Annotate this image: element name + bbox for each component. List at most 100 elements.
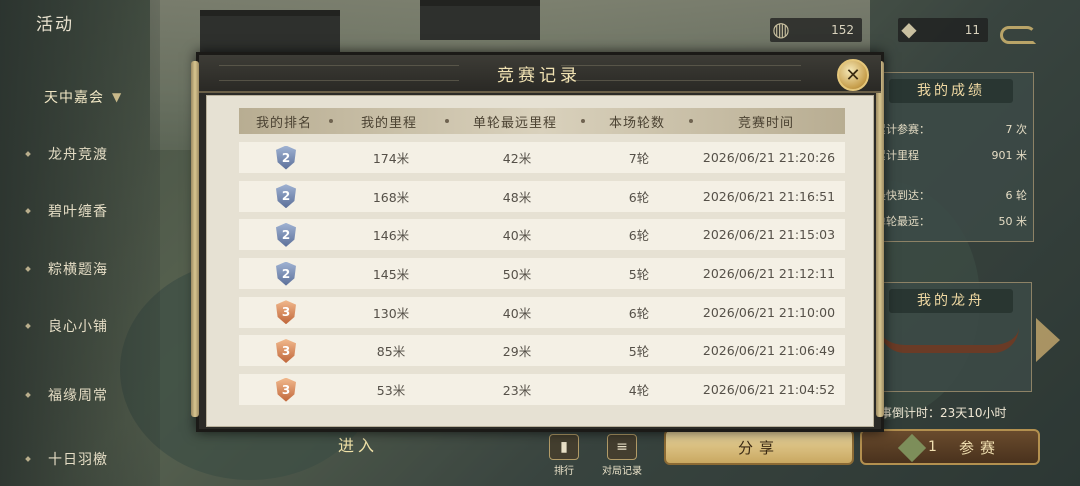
time-cell: 2026/06/21 21:16:51 bbox=[702, 188, 836, 204]
rank-badge-icon: 3 bbox=[276, 338, 296, 363]
dialog-title: 竞赛记录 bbox=[497, 66, 581, 86]
rank-cell: 3 bbox=[239, 338, 333, 363]
result-row: 累计参赛： 7 次 bbox=[875, 121, 1027, 137]
sidebar-item-label: 十日羽檄 bbox=[48, 452, 108, 468]
chevron-down-icon: ▼ bbox=[112, 90, 122, 104]
rounds-cell: 5轮 bbox=[628, 267, 650, 283]
distance-cell: 145米 bbox=[372, 267, 410, 283]
result-value: 901 米 bbox=[991, 149, 1028, 162]
distance-cell: 168米 bbox=[372, 189, 410, 205]
rank-cell: 2 bbox=[239, 261, 333, 286]
zongzi-icon bbox=[897, 433, 927, 463]
sidebar-item-longzhou[interactable]: 龙舟竞渡 bbox=[0, 139, 160, 169]
result-value: 7 次 bbox=[1005, 123, 1028, 136]
sidebar-item-fuyuan[interactable]: 福缘周常 bbox=[0, 380, 160, 410]
boat-icon: ◍ bbox=[772, 17, 790, 41]
rounds-cell: 6轮 bbox=[628, 228, 650, 244]
table-row: 3 53米 23米 4轮 2026/06/21 21:04:52 bbox=[239, 374, 845, 406]
sidebar-title: 活动 bbox=[36, 15, 74, 35]
rank-badge-icon: 2 bbox=[276, 261, 296, 286]
rounds-cell: 4轮 bbox=[628, 383, 650, 399]
sidebar-item-label: 福缘周常 bbox=[48, 388, 108, 404]
rank-cell: 3 bbox=[239, 377, 333, 402]
time-cell: 2026/06/21 21:04:52 bbox=[702, 382, 836, 398]
sidebar-item-biye[interactable]: 碧叶缠香 bbox=[0, 196, 160, 226]
ranking-icon: ▮ bbox=[549, 434, 579, 460]
rounds-cell: 6轮 bbox=[628, 305, 650, 321]
table-row: 2 146米 40米 6轮 2026/06/21 21:15:03 bbox=[239, 219, 845, 251]
sidebar-item-liangxin[interactable]: 良心小铺 bbox=[0, 311, 160, 341]
result-row: 最快到达： 6 轮 bbox=[875, 187, 1027, 203]
bullet-icon bbox=[25, 266, 31, 272]
column-header-distance: 我的里程 bbox=[360, 115, 417, 131]
rounds-cell: 5轮 bbox=[628, 344, 650, 360]
time-cell: 2026/06/21 21:15:03 bbox=[702, 227, 836, 243]
close-button[interactable]: ✕ bbox=[837, 59, 869, 91]
best-cell: 23米 bbox=[502, 383, 532, 399]
distance-cell: 130米 bbox=[372, 305, 410, 321]
resource-value: 152 bbox=[831, 23, 854, 37]
my-results-panel: 我的成绩 累计参赛： 7 次 累计里程 901 米 最快到达： 6 轮 单轮最远… bbox=[866, 72, 1034, 242]
best-cell: 50米 bbox=[502, 267, 532, 283]
share-label: 分享 bbox=[737, 438, 780, 457]
countdown-text: 赛事倒计时：23天10小时 bbox=[868, 406, 1007, 420]
table-row: 2 168米 48米 6轮 2026/06/21 21:16:51 bbox=[239, 180, 845, 212]
bullet-icon bbox=[25, 151, 31, 157]
table-row: 2 174米 42米 7轮 2026/06/21 21:20:26 bbox=[239, 142, 845, 173]
dialog-header: 竞赛记录 ✕ bbox=[199, 55, 881, 93]
column-header-rank: 我的排名 bbox=[255, 115, 312, 131]
ranking-label: 排行 bbox=[554, 466, 574, 477]
best-cell: 29米 bbox=[502, 344, 532, 360]
zongzi-icon: ◆ bbox=[901, 17, 917, 41]
bullet-icon bbox=[25, 323, 31, 329]
distance-cell: 174米 bbox=[372, 151, 410, 166]
sidebar-item-label: 良心小铺 bbox=[48, 319, 108, 335]
rank-cell: 3 bbox=[239, 300, 333, 325]
sidebar-item-zongheng[interactable]: 粽横题海 bbox=[0, 254, 160, 284]
time-cell: 2026/06/21 21:12:11 bbox=[702, 266, 836, 282]
sidebar-item-label: 粽横题海 bbox=[48, 262, 108, 278]
distance-cell: 146米 bbox=[372, 228, 410, 244]
column-header-time: 竞赛时间 bbox=[737, 115, 794, 131]
header-ornament bbox=[219, 65, 459, 81]
table-header: 我的排名 我的里程 单轮最远里程 本场轮数 竞赛时间 bbox=[239, 108, 845, 134]
distance-cell: 53米 bbox=[376, 383, 406, 399]
return-icon[interactable] bbox=[1000, 26, 1036, 44]
resource-boat-counter: ◍ 152 bbox=[770, 17, 862, 42]
enter-button[interactable]: 进入 bbox=[338, 432, 378, 456]
rounds-cell: 6轮 bbox=[628, 189, 650, 205]
close-icon: ✕ bbox=[845, 64, 861, 86]
table-row: 3 85米 29米 5轮 2026/06/21 21:06:49 bbox=[239, 335, 845, 367]
result-value: 50 米 bbox=[998, 215, 1028, 228]
rank-cell: 2 bbox=[239, 184, 333, 209]
table-row: 2 145米 50米 5轮 2026/06/21 21:12:11 bbox=[239, 258, 845, 290]
ranking-button[interactable]: ▮ 排行 bbox=[544, 434, 584, 477]
rank-badge-icon: 2 bbox=[276, 184, 296, 209]
sidebar-item-shiri[interactable]: 十日羽檄 bbox=[0, 444, 160, 474]
sidebar-item-tianzhong[interactable]: 天中嘉会 ▼ bbox=[0, 82, 160, 112]
bullet-icon bbox=[25, 208, 31, 214]
sidebar-item-label: 碧叶缠香 bbox=[48, 204, 108, 220]
match-records-button[interactable]: ≡ 对局记录 bbox=[596, 434, 648, 477]
table-body: 2 174米 42米 7轮 2026/06/21 21:20:26 2 168米 48米 6轮 2… bbox=[239, 142, 845, 413]
share-button[interactable]: 分享 bbox=[664, 429, 854, 465]
result-row: 累计里程 901 米 bbox=[875, 147, 1027, 163]
column-header-rounds: 本场轮数 bbox=[608, 115, 665, 131]
time-cell: 2026/06/21 21:10:00 bbox=[702, 304, 836, 320]
join-cost: 1 bbox=[928, 439, 937, 455]
result-row: 单轮最远： 50 米 bbox=[875, 213, 1027, 229]
rank-badge-icon: 3 bbox=[276, 300, 296, 325]
my-dragon-boat-panel[interactable]: 我的龙舟 bbox=[866, 282, 1032, 392]
my-results-title: 我的成绩 bbox=[889, 79, 1013, 103]
rank-badge-icon: 2 bbox=[276, 222, 296, 247]
sidebar-item-label: 龙舟竞渡 bbox=[48, 147, 108, 163]
join-race-button[interactable]: 1 参赛 bbox=[860, 429, 1040, 465]
best-cell: 40米 bbox=[502, 228, 532, 244]
best-cell: 48米 bbox=[502, 189, 532, 205]
match-records-label: 对局记录 bbox=[602, 466, 642, 477]
distance-cell: 85米 bbox=[376, 344, 406, 360]
records-table: 我的排名 我的里程 单轮最远里程 本场轮数 竞赛时间 2 174米 42米 7轮 202… bbox=[206, 95, 874, 427]
table-row: 3 130米 40米 6轮 2026/06/21 21:10:00 bbox=[239, 296, 845, 328]
join-label: 参赛 bbox=[958, 438, 1001, 457]
resource-value: 11 bbox=[964, 23, 980, 37]
